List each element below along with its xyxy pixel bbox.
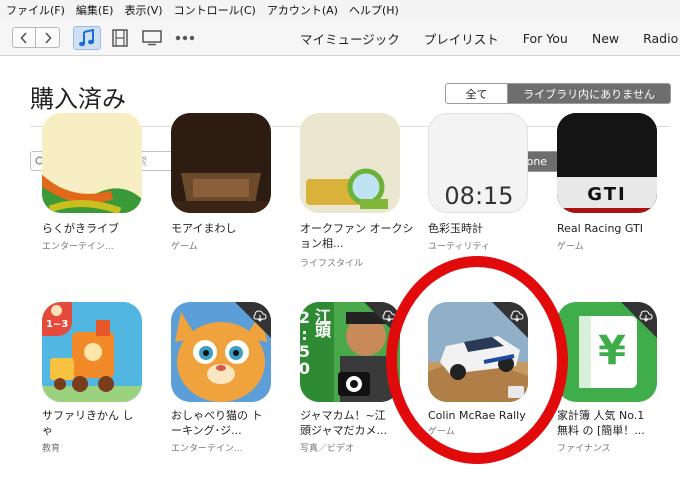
app-name: モアイまわし (171, 222, 237, 235)
menu-bar: ファイル(F) 編集(E) 表示(V) コントロール(C) アカウント(A) ヘ… (0, 0, 680, 20)
highlight-circle (386, 256, 568, 464)
app-tile[interactable]: 1~3 サファリきかん しゃ 教育 (42, 302, 162, 462)
app-category: 写真／ビデオ (300, 444, 355, 454)
filter-all-button[interactable]: 全て (446, 84, 508, 103)
app-icon-talking-ginger[interactable] (171, 302, 271, 402)
forward-button[interactable] (36, 27, 60, 48)
app-tile[interactable]: オークファン オークション相... ライフスタイル (300, 113, 420, 273)
app-tile[interactable]: モアイまわし ゲーム (171, 113, 291, 273)
app-icon-shikisai-clock[interactable]: 08:15 (428, 113, 528, 213)
app-name: Real Racing GTI (557, 222, 644, 235)
tab-playlists[interactable]: プレイリスト (424, 29, 499, 48)
app-icon-kakeibo[interactable]: ¥ (557, 302, 657, 402)
app-icon-moai-mawashi[interactable] (171, 113, 271, 213)
menu-controls[interactable]: コントロール(C) (174, 2, 256, 18)
chevron-left-icon (20, 31, 27, 44)
library-filter-segmented: 全て ライブラリ内にありません (445, 83, 671, 104)
app-name: オークファン オークション相... (300, 222, 414, 250)
clock-text: 08:15 (444, 182, 514, 210)
menu-file[interactable]: ファイル(F) (6, 2, 65, 18)
app-name: 色彩玉時計 (428, 222, 483, 235)
jamacam-banner: 江頭2:50 (300, 308, 331, 376)
app-icon-safari-kikansha[interactable]: 1~3 (42, 302, 142, 402)
tv-icon (142, 30, 162, 46)
page-title: 購入済み (30, 85, 126, 113)
tab-for-you[interactable]: For You (523, 31, 568, 46)
music-note-icon (79, 29, 94, 47)
menu-help[interactable]: ヘルプ(H) (349, 2, 399, 18)
app-category: ゲーム (171, 242, 198, 252)
app-name: サファリきかん しゃ (42, 409, 134, 437)
app-tile[interactable]: GTI Real Racing GTI ゲーム (557, 113, 677, 273)
tab-my-music[interactable]: マイミュージック (300, 29, 400, 48)
menu-view[interactable]: 表示(V) (124, 2, 162, 18)
more-dots-icon (175, 35, 195, 41)
filter-not-in-library-button[interactable]: ライブラリ内にありません (508, 84, 670, 103)
app-name: らくがきライブ (42, 222, 119, 235)
app-icon-rakugaki-live[interactable] (42, 113, 142, 213)
app-icon-jamacam[interactable]: 江頭2:50 (300, 302, 400, 402)
download-cloud-icon[interactable] (621, 302, 657, 338)
app-category: 教育 (42, 444, 61, 454)
music-media-button[interactable] (73, 26, 101, 50)
app-category: ライフスタイル (300, 259, 364, 269)
app-icon-real-racing-gti[interactable]: GTI (557, 113, 657, 213)
app-category: ファイナンス (557, 444, 611, 454)
app-tile[interactable]: らくがきライブ エンターテイン... (42, 113, 162, 273)
app-name: 家計簿 人気 No.1 無料 の [簡単！... (557, 409, 645, 437)
toolbar: マイミュージック プレイリスト For You New Radio Co (0, 20, 680, 56)
app-category: ゲーム (557, 242, 584, 252)
tab-new[interactable]: New (592, 31, 619, 46)
app-category: ユーティリティ (428, 242, 490, 252)
more-media-button[interactable] (171, 26, 199, 50)
tab-radio[interactable]: Radio (643, 31, 678, 46)
app-name: ジャマカム！~江 頭ジャマだカメ... (300, 409, 387, 437)
app-category: エンターテイン... (171, 444, 243, 454)
chevron-right-icon (44, 31, 52, 44)
section-tabs: マイミュージック プレイリスト For You New Radio Co (300, 20, 680, 56)
app-icon-aucfan[interactable] (300, 113, 400, 213)
gti-badge: GTI (587, 184, 627, 205)
app-name: おしゃべり猫の トーキング･ジ... (171, 409, 263, 437)
film-icon (112, 29, 128, 47)
back-button[interactable] (12, 27, 36, 48)
tv-media-button[interactable] (138, 26, 166, 50)
menu-account[interactable]: アカウント(A) (267, 2, 338, 18)
app-tile[interactable]: ¥ 家計簿 人気 No.1 無料 の [簡単！... ファイナンス (557, 302, 677, 462)
menu-edit[interactable]: 編集(E) (76, 2, 114, 18)
age-badge-text: 1~3 (46, 319, 69, 330)
app-tile[interactable]: おしゃべり猫の トーキング･ジ... エンターテイン... (171, 302, 291, 462)
app-category: エンターテイン... (42, 242, 114, 252)
movies-media-button[interactable] (106, 26, 134, 50)
age-badge: 1~3 (42, 302, 72, 336)
download-cloud-icon[interactable] (235, 302, 271, 338)
